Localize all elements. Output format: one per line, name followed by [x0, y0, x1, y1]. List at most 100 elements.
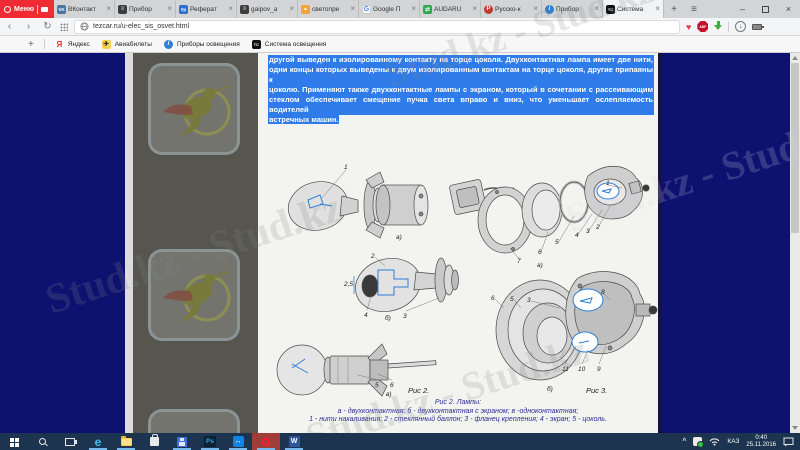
teamviewer-taskbar-button[interactable]: ↔: [224, 433, 252, 450]
task-view-icon: [65, 437, 77, 446]
yandex-bookmark-icon: Я: [54, 39, 64, 49]
savefrom-arrow-icon[interactable]: [714, 20, 723, 34]
battery-saver-icon[interactable]: [752, 23, 764, 30]
windows-taskbar: e Ps ↔ W ^ КАЗ 0:40 25.11.2016: [0, 433, 800, 450]
tab-close-icon[interactable]: ×: [594, 5, 599, 13]
tab-title: AUDARU: [434, 5, 462, 13]
figure-label: 4: [364, 312, 368, 319]
adblock-icon[interactable]: ABP: [697, 21, 709, 32]
selected-text-line: одни концы которых выведены к двум изоли…: [268, 65, 654, 85]
bookmark-item[interactable]: ✈ Авиабилеты: [101, 39, 152, 49]
bookmark-item[interactable]: Я Яндекс: [54, 39, 90, 49]
tab-close-icon[interactable]: ×: [533, 5, 538, 13]
caption-line: 1 - нити накаливания; 2 - стеклянный бал…: [309, 416, 607, 424]
tab-close-icon[interactable]: ×: [655, 5, 660, 13]
language-indicator[interactable]: КАЗ: [727, 438, 739, 445]
page-scrollbar[interactable]: [790, 53, 800, 433]
tab-menu-button[interactable]: ≡: [684, 0, 704, 18]
task-view-taskbar-button[interactable]: [56, 433, 84, 450]
flag-icon: [40, 6, 48, 12]
word-taskbar-button[interactable]: W: [280, 433, 308, 450]
bookmark-item[interactable]: TC Система освещения: [251, 39, 327, 49]
vk-favicon: VK: [57, 4, 66, 14]
minimize-button[interactable]: –: [731, 0, 754, 18]
clock-time: 0:40: [755, 434, 768, 441]
browser-tab[interactable]: ≡ Прибор ×: [115, 0, 176, 18]
selected-text-line: встречных машин.: [268, 115, 654, 125]
downloads-icon[interactable]: ↓: [735, 21, 747, 32]
search-taskbar-button[interactable]: [28, 433, 56, 450]
hidden-icons-button[interactable]: ^: [682, 438, 686, 445]
browser-tab[interactable]: ⇄ AUDARU ×: [420, 0, 481, 18]
tab-close-icon[interactable]: ×: [106, 5, 111, 13]
studkz-bird-logo: [148, 409, 240, 433]
new-tab-button[interactable]: +: [664, 0, 684, 18]
figure-label: 1: [606, 180, 610, 187]
browser-tab[interactable]: ≡ gaipov_a ×: [237, 0, 298, 18]
figure-label: 6: [390, 382, 394, 389]
opera-taskbar-button[interactable]: [252, 433, 280, 450]
browser-tab[interactable]: Ур Реферат ×: [176, 0, 237, 18]
store-taskbar-button[interactable]: [140, 433, 168, 450]
divider: [43, 39, 45, 49]
selected-text: встречных машин.: [268, 115, 340, 124]
page-sidebar-column: [133, 53, 258, 433]
clock[interactable]: 0:40 25.11.2016: [746, 435, 776, 449]
selected-text-line: цоколю. Применяют также двухконтактные л…: [268, 85, 654, 95]
opera-menu-label: Меню: [14, 5, 34, 13]
store-icon: [149, 434, 159, 446]
tab-close-icon[interactable]: ×: [411, 5, 416, 13]
tab-close-icon[interactable]: ×: [228, 5, 233, 13]
tab-close-icon[interactable]: ×: [289, 5, 294, 13]
maximize-button[interactable]: [754, 0, 777, 18]
tc-bookmark-icon: TC: [251, 39, 261, 49]
browser-tab[interactable]: ▲ светопре ×: [298, 0, 359, 18]
browser-tab[interactable]: G Google П ×: [359, 0, 420, 18]
floppy-app-icon: [177, 436, 187, 447]
page-viewport: другой выведен к изолированному контакту…: [0, 53, 800, 433]
caption-line: а - двухконтактная; б - двухконтактная с…: [337, 407, 579, 415]
start-taskbar-button[interactable]: [0, 433, 28, 450]
floppy-app-taskbar-button[interactable]: [168, 433, 196, 450]
photoshop-icon: Ps: [204, 436, 216, 447]
figures-area: 1 а) 1 2 3 4 5 6 7 а) 2 2,5 4 3 б) 5 6 в) Рис 2. 6 5 3 8 9 10 11 б…: [258, 158, 658, 409]
browser-tab[interactable]: Р Русско-к ×: [481, 0, 542, 18]
url-field[interactable]: tezcar.ru/u-elec_sis_osvet.html: [74, 19, 680, 34]
tab-close-icon[interactable]: ×: [167, 5, 172, 13]
close-button[interactable]: ×: [777, 0, 800, 18]
bookmark-label: Система освещения: [264, 40, 327, 48]
scroll-down-arrow-icon[interactable]: [792, 426, 798, 430]
selected-paragraph: другой выведен к изолированному контакту…: [268, 55, 654, 125]
figure-label: 7: [517, 258, 521, 265]
scroll-up-arrow-icon[interactable]: [792, 56, 798, 60]
add-bookmark-button[interactable]: +: [28, 39, 34, 50]
browser-tab[interactable]: i Прибор ×: [542, 0, 603, 18]
figure-label: в): [386, 391, 392, 398]
tab-close-icon[interactable]: ×: [472, 5, 477, 13]
teamviewer-tray-icon[interactable]: [693, 437, 705, 448]
opera-menu-button[interactable]: Меню: [0, 0, 54, 18]
browser-tab[interactable]: VK ВКонтакт ×: [54, 0, 115, 18]
action-center-icon[interactable]: [783, 437, 794, 447]
bookmark-item[interactable]: i Приборы освещения: [163, 39, 240, 49]
explorer-taskbar-button[interactable]: [112, 433, 140, 450]
figure-illustrations: [276, 166, 658, 409]
scrollbar-thumb[interactable]: [791, 63, 799, 233]
avia-bookmark-icon: ✈: [101, 39, 111, 49]
figure-label: 2: [596, 224, 600, 231]
tab-title: Реферат: [190, 5, 217, 13]
bookmark-label: Авиабилеты: [114, 40, 152, 48]
edge-icon: e: [94, 434, 102, 449]
figure-label: 5: [555, 239, 559, 246]
forward-button[interactable]: ›: [19, 19, 38, 35]
wifi-icon[interactable]: [709, 437, 720, 446]
reload-button[interactable]: ↻: [38, 19, 57, 35]
tab-close-icon[interactable]: ×: [350, 5, 355, 13]
photoshop-taskbar-button[interactable]: Ps: [196, 433, 224, 450]
back-button[interactable]: ‹: [0, 19, 19, 35]
speed-dial-icon[interactable]: [60, 22, 68, 31]
edge-taskbar-button[interactable]: e: [84, 433, 112, 450]
browser-tab[interactable]: TC Система ×: [603, 0, 664, 18]
bookmark-heart-icon[interactable]: ♥: [686, 22, 691, 32]
selected-text-line: стеклом обеспечивает смещение пучка свет…: [268, 95, 654, 115]
